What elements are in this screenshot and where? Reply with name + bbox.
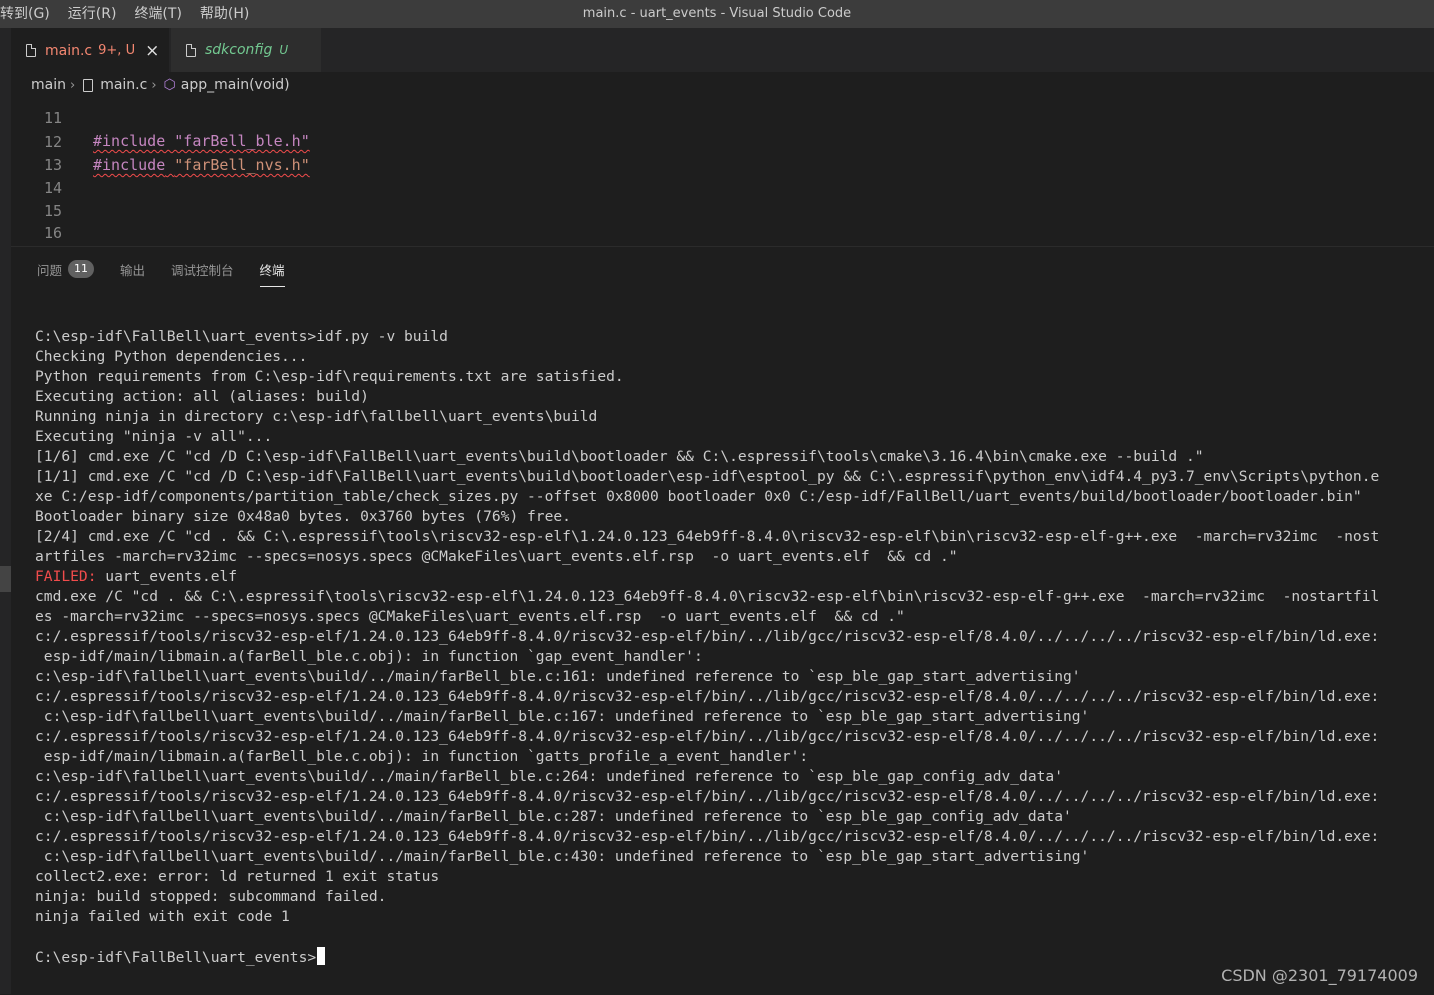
code-text: #include "farBell_nvs.h"	[93, 154, 310, 177]
code-editor[interactable]: 11 #include "farBell_ble.h" 12 #include …	[11, 98, 1434, 246]
terminal-line: Executing action: all (aliases: build)	[35, 388, 369, 405]
method-cube-icon: ⬡	[163, 77, 176, 93]
close-icon[interactable]: ×	[145, 41, 159, 61]
tab-label: 问题	[37, 262, 63, 278]
terminal-line: Running ninja in directory c:\esp-idf\fa…	[35, 408, 598, 425]
terminal-line: c:\esp-idf\fallbell\uart_events\build/..…	[35, 668, 1081, 685]
terminal-line: [2/4] cmd.exe /C "cd . && C:\.espressif\…	[35, 528, 1380, 545]
failed-target: uart_events.elf	[96, 568, 238, 585]
panel-tabs: 问题 11 输出 调试控制台 终端	[37, 247, 311, 291]
menu-bar: 转到(G) 运行(R) 终端(T) 帮助(H)	[0, 0, 267, 28]
tab-label: sdkconfig	[205, 42, 273, 58]
file-icon	[186, 43, 196, 57]
breadcrumb-folder[interactable]: main	[31, 77, 66, 93]
chevron-right-icon: ›	[69, 77, 76, 93]
tab-terminal[interactable]: 终端	[259, 247, 285, 291]
terminal-line: C:\esp-idf\FallBell\uart_events>idf.py -…	[35, 328, 448, 345]
code-line: 16 void app_main(void)	[11, 199, 62, 242]
code-line: 15	[11, 177, 62, 220]
menu-go[interactable]: 转到(G)	[0, 0, 59, 28]
watermark: CSDN @2301_79174009	[1221, 966, 1418, 985]
terminal-line: FAILED: uart_events.elf	[35, 567, 1425, 587]
editor-tab-bar: main.c 9+, U × sdkconfig U	[0, 28, 1434, 72]
terminal-line: collect2.exe: error: ld returned 1 exit …	[35, 868, 440, 885]
tab-untracked-badge: U	[279, 43, 289, 57]
menu-run[interactable]: 运行(R)	[59, 0, 126, 28]
terminal-line: esp-idf/main/libmain.a(farBell_ble.c.obj…	[35, 748, 809, 765]
tab-problems[interactable]: 问题 11	[37, 247, 95, 291]
terminal-prompt-line[interactable]: C:\esp-idf\FallBell\uart_events>	[35, 947, 1425, 967]
breadcrumb-symbol[interactable]: app_main(void)	[181, 77, 290, 93]
failed-label: FAILED:	[35, 568, 97, 585]
terminal-lines: C:\esp-idf\FallBell\uart_events>idf.py -…	[35, 327, 1425, 567]
tab-debug-console[interactable]: 调试控制台	[171, 247, 234, 291]
terminal-line: Checking Python dependencies...	[35, 348, 308, 365]
terminal-line: artfiles -march=rv32imc --specs=nosys.sp…	[35, 548, 958, 565]
tab-main-c[interactable]: main.c 9+, U ×	[11, 28, 169, 72]
chevron-right-icon: ›	[151, 77, 157, 93]
terminal-line: ninja: build stopped: subcommand failed.	[35, 888, 387, 905]
problems-count-badge: 11	[68, 260, 95, 278]
terminal-line: Python requirements from C:\esp-idf\requ…	[35, 368, 624, 385]
tab-sdkconfig[interactable]: sdkconfig U	[171, 28, 321, 72]
file-icon	[26, 44, 36, 57]
terminal-line: c:\esp-idf\fallbell\uart_events\build/..…	[35, 768, 1063, 785]
code-line: 11 #include "farBell_ble.h"	[11, 98, 310, 150]
activity-edge	[0, 72, 11, 994]
scroll-marker	[0, 566, 11, 592]
code-line: 12 #include "farBell_nvs.h"	[11, 108, 310, 174]
terminal-cursor	[317, 947, 326, 965]
terminal-line: c:\esp-idf\fallbell\uart_events\build/..…	[35, 708, 1090, 725]
code-line: 14	[11, 154, 62, 197]
include-keyword: #include	[93, 156, 166, 174]
terminal-lines: cmd.exe /C "cd . && C:\.espressif\tools\…	[35, 587, 1425, 947]
bottom-panel: 问题 11 输出 调试控制台 终端 C:\esp-idf\FallBell\uar…	[11, 246, 1434, 995]
title-bar: 转到(G) 运行(R) 终端(T) 帮助(H) main.c - uart_ev…	[0, 0, 1434, 28]
terminal-line: c:/.espressif/tools/riscv32-esp-elf/1.24…	[35, 728, 1380, 745]
code-text: #include "farBell_ble.h"	[93, 132, 310, 150]
terminal-line: es -march=rv32imc --specs=nosys.specs @C…	[35, 608, 905, 625]
terminal-line: c:/.espressif/tools/riscv32-esp-elf/1.24…	[35, 688, 1380, 705]
tab-output[interactable]: 输出	[120, 247, 145, 291]
breadcrumb-file[interactable]: main.c	[100, 77, 147, 93]
file-icon	[83, 78, 94, 92]
breadcrumb: main › main.c › ⬡ app_main(void)	[0, 72, 1434, 98]
terminal-line: xe C:/esp-idf/components/partition_table…	[35, 488, 1362, 505]
terminal-output[interactable]: C:\esp-idf\FallBell\uart_events>idf.py -…	[35, 327, 1425, 967]
terminal-line: c:\esp-idf\fallbell\uart_events\build/..…	[35, 808, 1072, 825]
terminal-line: [1/6] cmd.exe /C "cd /D C:\esp-idf\FallB…	[35, 448, 1204, 465]
terminal-line: Executing "ninja -v all"...	[35, 428, 273, 445]
menu-terminal[interactable]: 终端(T)	[125, 0, 190, 28]
terminal-line: ninja failed with exit code 1	[35, 908, 290, 925]
terminal-line: c:/.espressif/tools/riscv32-esp-elf/1.24…	[35, 788, 1380, 805]
code-line: 13	[11, 131, 62, 174]
terminal-prompt: C:\esp-idf\FallBell\uart_events>	[35, 949, 317, 966]
terminal-line: c:/.espressif/tools/riscv32-esp-elf/1.24…	[35, 628, 1380, 645]
terminal-line: [1/1] cmd.exe /C "cd /D C:\esp-idf\FallB…	[35, 468, 1380, 485]
terminal-line: c:\esp-idf\fallbell\uart_events\build/..…	[35, 848, 1090, 865]
tab-problem-badge: 9+, U	[98, 43, 136, 58]
code-line: 17 {	[11, 222, 47, 245]
include-path: "farBell_nvs.h"	[174, 156, 310, 174]
terminal-line: cmd.exe /C "cd . && C:\.espressif\tools\…	[35, 588, 1380, 605]
menu-help[interactable]: 帮助(H)	[191, 0, 258, 28]
terminal-line: esp-idf/main/libmain.a(farBell_ble.c.obj…	[35, 648, 703, 665]
tab-label: main.c	[45, 42, 93, 59]
terminal-line: c:/.espressif/tools/riscv32-esp-elf/1.24…	[35, 828, 1380, 845]
terminal-line: Bootloader binary size 0x48a0 bytes. 0x3…	[35, 508, 571, 525]
